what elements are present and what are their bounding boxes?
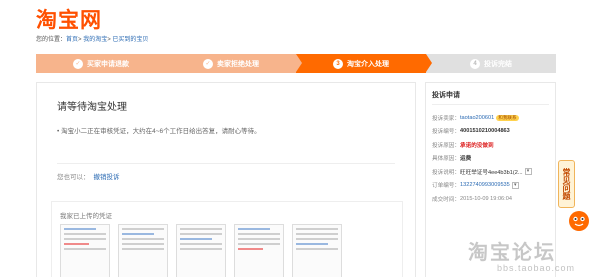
contact-seller-badge[interactable]: 和我联系 — [496, 114, 519, 121]
step-number: 4 — [470, 58, 480, 69]
evidence-thumbnail[interactable] — [292, 224, 342, 277]
step-number: 3 — [333, 58, 343, 69]
info-row-complaint-id: 投诉编号： 4001510210004863 — [432, 128, 510, 136]
forum-watermark: 淘宝论坛 — [468, 240, 556, 264]
evidence-title: 我家已上传的凭证 — [60, 213, 112, 220]
step-taobao-intervene: 3 淘宝介入处理 — [296, 54, 432, 73]
expand-description-icon[interactable]: ▾ — [524, 168, 532, 176]
order-id-link[interactable]: 1322740993009535 — [460, 182, 510, 188]
evidence-thumbnail[interactable] — [234, 224, 284, 277]
status-description: • 淘宝小二正在审核凭证，大约在4~6个工作日给出答复，请耐心等待。 — [57, 128, 261, 135]
progress-steps: ✓ 买家申请退款 ✓ 卖家拒绝处理 3 淘宝介入处理 4 投诉完结 — [36, 54, 556, 73]
cancel-row: 您也可以： 撤销投诉 — [57, 171, 120, 181]
step-label: 卖家拒绝处理 — [217, 60, 259, 68]
page-title: 请等待淘宝处理 — [57, 102, 127, 113]
faq-button[interactable]: 常见问题 — [558, 160, 575, 208]
step-check-icon: ✓ — [73, 58, 83, 69]
step-seller-refused: ✓ 卖家拒绝处理 — [166, 54, 302, 73]
step-label: 淘宝介入处理 — [347, 60, 389, 68]
expand-order-icon[interactable]: ▾ — [511, 181, 519, 189]
step-label: 投诉完结 — [484, 60, 512, 68]
info-row-seller: 投诉卖家： taotao200601 和我联系 — [432, 114, 519, 122]
complaint-info-title: 投诉申请 — [432, 92, 460, 99]
status-panel: 请等待淘宝处理 • 淘宝小二正在审核凭证，大约在4~6个工作日给出答复，请耐心等… — [36, 82, 416, 277]
forum-watermark-url: bbs.taobao.com — [497, 263, 576, 273]
breadcrumb-prefix: 您的位置： — [36, 37, 67, 43]
evidence-thumbnails — [60, 224, 342, 277]
evidence-section: 我家已上传的凭证 — [51, 201, 403, 277]
info-row-order-id: 订单编号： 1322740993009535 ▾ — [432, 179, 554, 193]
breadcrumb: 您的位置：首页> 我的淘宝> 已买到的宝贝 — [36, 37, 149, 43]
evidence-thumbnail[interactable] — [60, 224, 110, 277]
complaint-info-rows: 投诉卖家： taotao200601 和我联系 投诉编号： 4001510210… — [432, 111, 554, 206]
step-label: 买家申请退款 — [87, 60, 129, 68]
cancel-prefix: 您也可以： — [57, 174, 90, 181]
evidence-thumbnail[interactable] — [176, 224, 226, 277]
divider — [57, 163, 395, 164]
breadcrumb-my-taobao[interactable]: 我的淘宝 — [83, 37, 107, 43]
mascot-icon[interactable] — [566, 207, 592, 233]
breadcrumb-home[interactable]: 首页 — [66, 37, 78, 43]
cancel-complaint-link[interactable]: 撤销投诉 — [94, 174, 120, 181]
breadcrumb-bought-items[interactable]: 已买到的宝贝 — [112, 37, 148, 43]
evidence-thumbnail[interactable] — [118, 224, 168, 277]
step-buyer-refund: ✓ 买家申请退款 — [36, 54, 172, 73]
step-complaint-complete: 4 投诉完结 — [426, 54, 556, 73]
info-row-detail-reason: 具体原因： 运费 — [432, 156, 472, 163]
info-row-deal-time: 成交时间： 2015-10-09 19:06:04 — [432, 195, 512, 203]
seller-name-link[interactable]: taotao200601 — [460, 115, 494, 121]
step-check-icon: ✓ — [203, 58, 213, 69]
info-row-description: 投诉说明： 旺旺举证号4ee4b3b1(2... ▾ — [432, 165, 554, 179]
info-row-reason: 投诉原因： 承诺的没做到 — [432, 142, 494, 149]
taobao-logo[interactable]: 淘宝网 — [36, 4, 102, 34]
